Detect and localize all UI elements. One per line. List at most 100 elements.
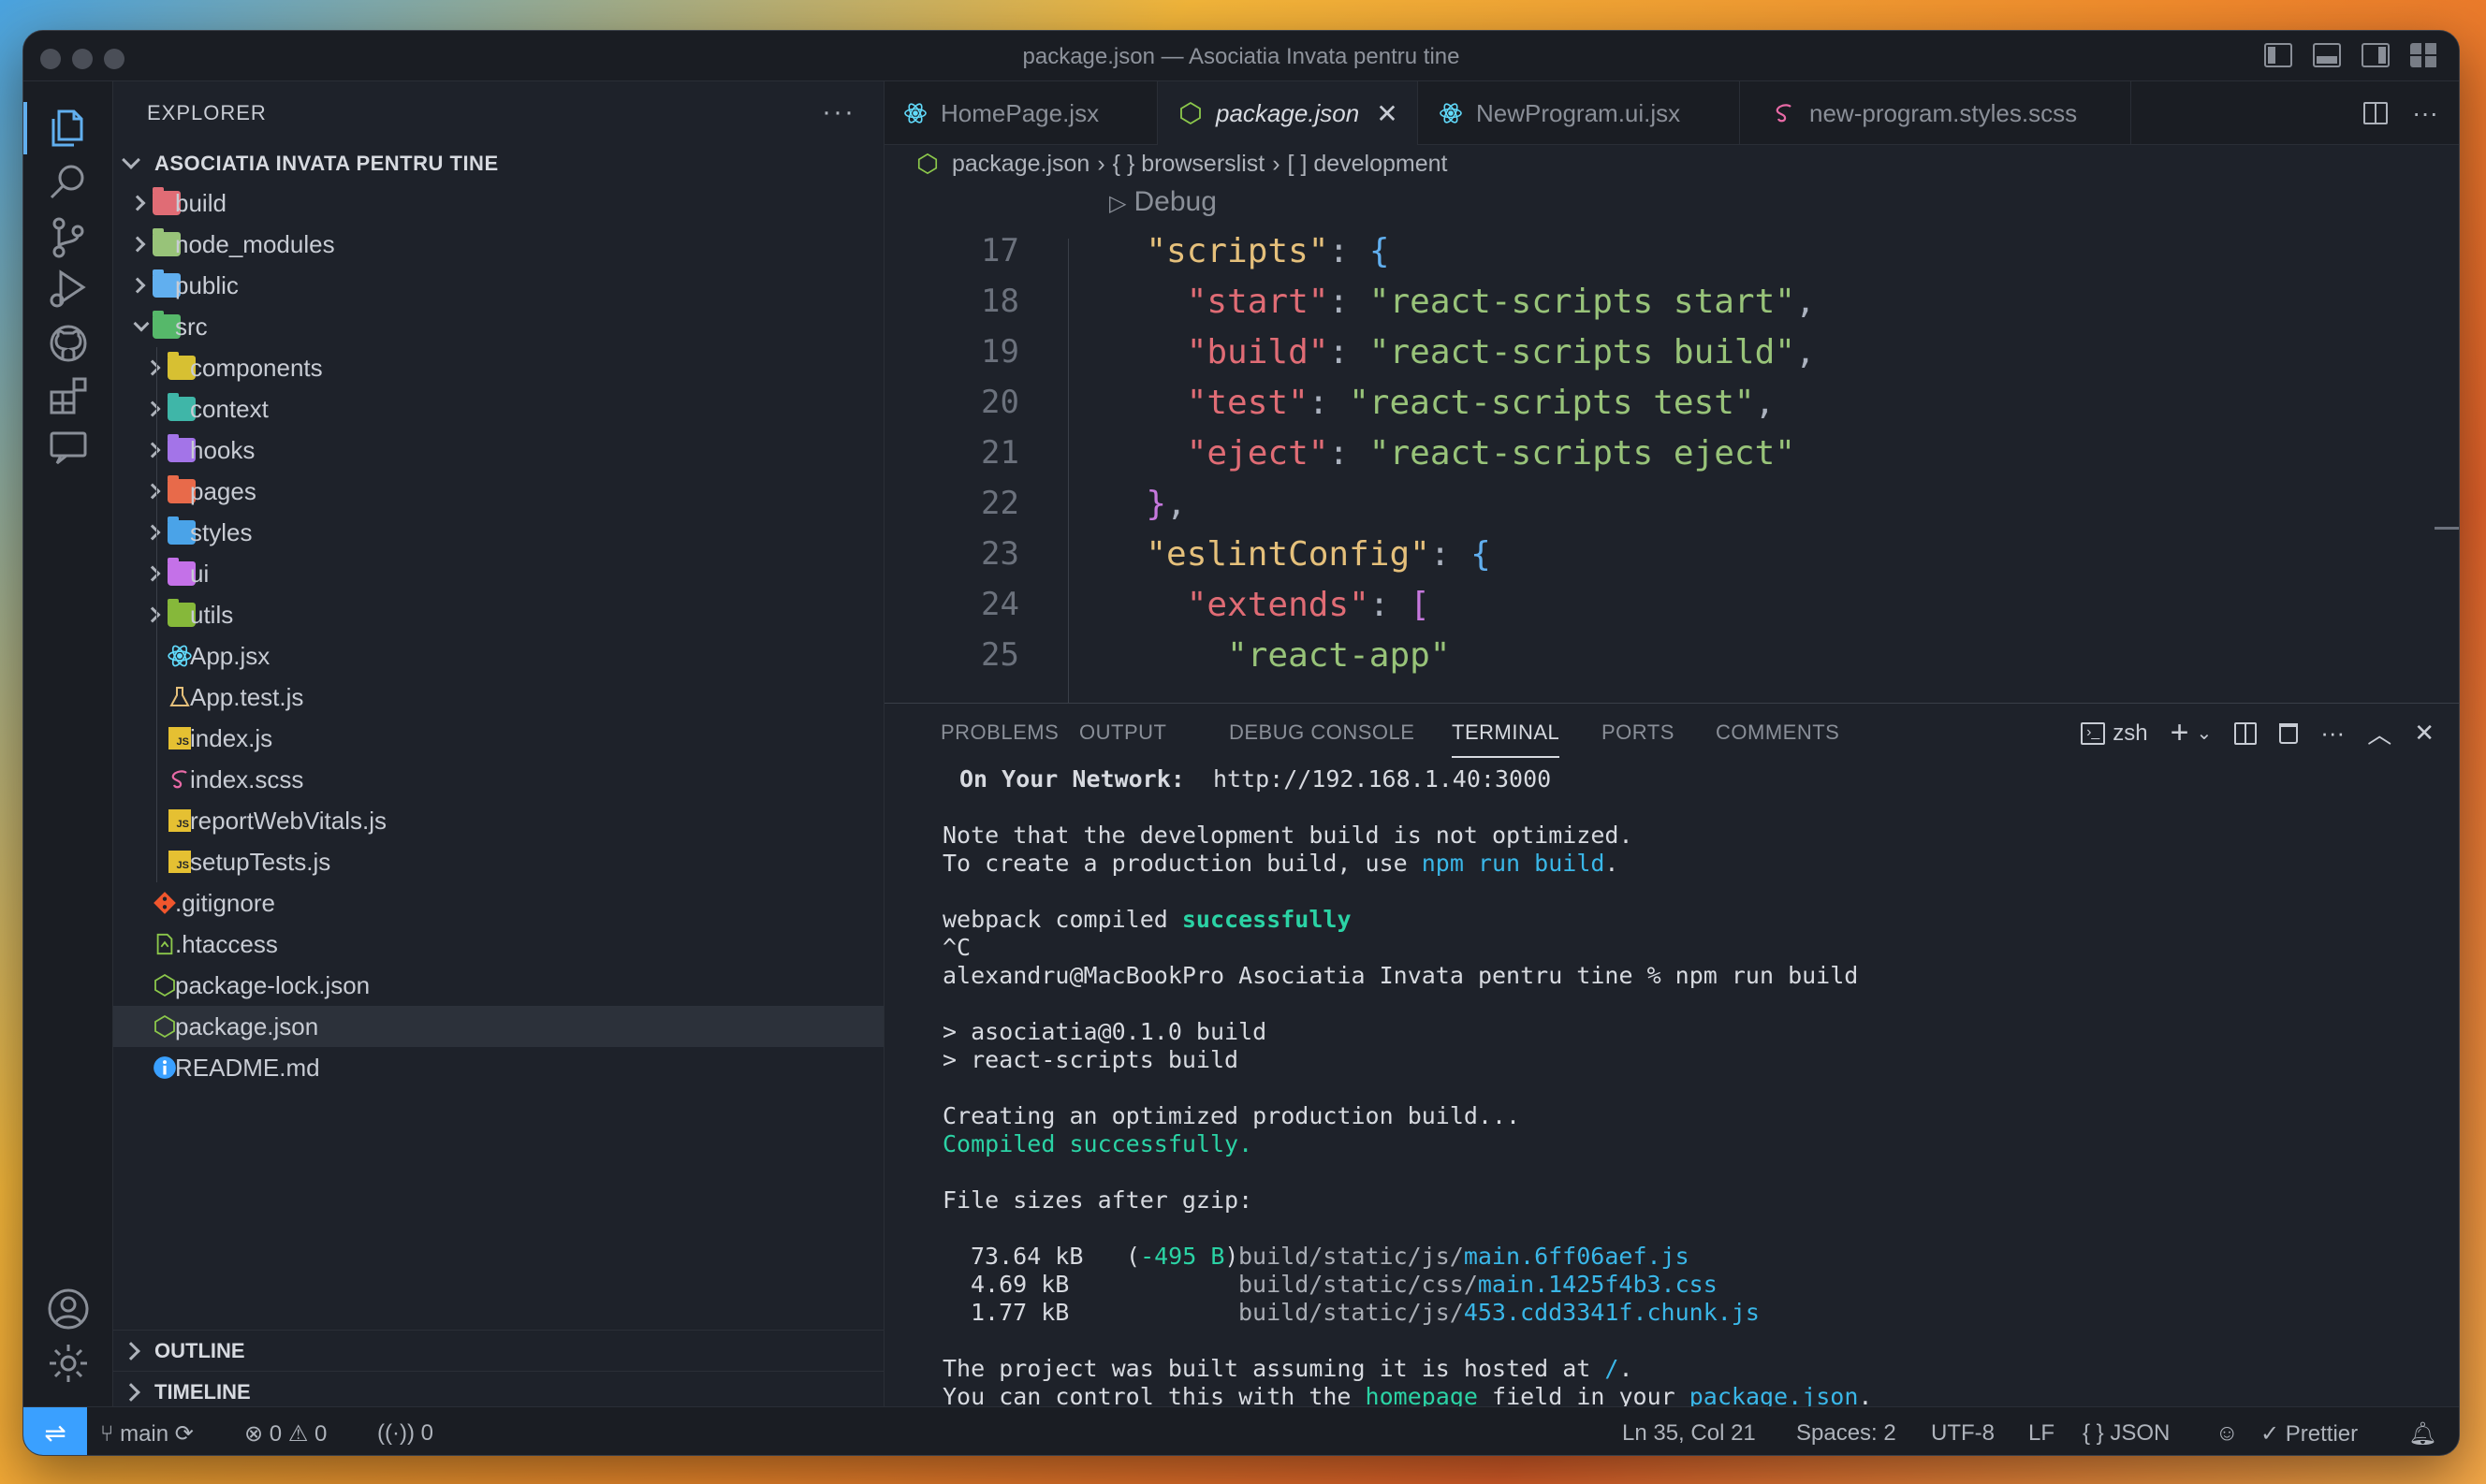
- tab-ports[interactable]: PORTS: [1601, 720, 1674, 745]
- tree-item-label: index.js: [190, 723, 273, 752]
- encoding-status[interactable]: UTF-8: [1931, 1420, 1995, 1447]
- tab-new-program-styles-scss[interactable]: new-program.styles.scss: [1740, 81, 2131, 145]
- folder-context[interactable]: context: [113, 388, 884, 429]
- copilot-icon[interactable]: ☺: [2215, 1420, 2239, 1447]
- panel-more-actions-button[interactable]: ···: [2320, 719, 2345, 748]
- tab-homepage-jsx[interactable]: HomePage.jsx: [885, 81, 1158, 145]
- folder-build[interactable]: build: [113, 182, 884, 224]
- sass-icon: [1776, 104, 1791, 123]
- file-htaccess[interactable]: .htaccess: [113, 924, 884, 965]
- split-terminal-icon[interactable]: [2234, 721, 2258, 745]
- tree-item-label: README.md: [175, 1053, 320, 1082]
- remote-explorer-icon[interactable]: [23, 415, 113, 482]
- toggle-secondary-sidebar-icon[interactable]: [2362, 43, 2390, 67]
- panel-actions: ›_ zsh + ⌄ ··· ︿ ✕: [2081, 715, 2435, 751]
- tab-problems[interactable]: PROBLEMS: [941, 720, 1059, 745]
- tree-item-label: .gitignore: [175, 888, 275, 917]
- file-gitignore[interactable]: .gitignore: [113, 882, 884, 924]
- folder-utils[interactable]: utils: [113, 594, 884, 635]
- tab-package-json[interactable]: package.json ✕: [1158, 81, 1418, 145]
- split-editor-icon[interactable]: [2363, 102, 2389, 124]
- remote-indicator-button[interactable]: ⇌: [23, 1407, 87, 1455]
- terminal-icon: ›_: [2081, 721, 2106, 745]
- file-reportwebvitals-js[interactable]: JS reportWebVitals.js: [113, 800, 884, 841]
- problems-status[interactable]: ⊗ 0 ⚠ 0: [244, 1420, 327, 1448]
- settings-gear-icon[interactable]: [23, 1330, 113, 1397]
- outline-section[interactable]: OUTLINE: [113, 1330, 884, 1371]
- close-tab-icon[interactable]: ✕: [1376, 98, 1397, 129]
- prettier-status[interactable]: ✓ Prettier: [2260, 1420, 2358, 1448]
- eol-status[interactable]: LF: [2028, 1420, 2055, 1447]
- tab-comments[interactable]: COMMENTS: [1716, 720, 1839, 745]
- line-number: 19: [981, 333, 1019, 371]
- trash-icon[interactable]: [2279, 722, 2299, 744]
- tab-debug-console[interactable]: DEBUG CONSOLE: [1229, 720, 1414, 745]
- chevron-right-icon: [129, 236, 146, 253]
- code-text: "eject": "react-scripts eject": [1186, 433, 1795, 473]
- tree-item-label: hooks: [190, 435, 256, 464]
- file-index-js[interactable]: JS index.js: [113, 718, 884, 759]
- folder-public[interactable]: public: [113, 265, 884, 306]
- line-number: 22: [981, 485, 1019, 522]
- error-icon: ⊗: [244, 1421, 264, 1447]
- close-panel-icon[interactable]: ✕: [2414, 719, 2435, 748]
- line-number: 18: [981, 283, 1019, 320]
- folder-src[interactable]: src: [113, 306, 884, 347]
- terminal-output[interactable]: On Your Network: http://192.168.1.40:300…: [943, 765, 2403, 1411]
- sync-icon: ⟳: [174, 1421, 194, 1447]
- code-text: "eslintConfig": {: [1146, 534, 1491, 574]
- breadcrumb-browserslist[interactable]: { } browserslist: [1113, 151, 1265, 178]
- terminal-shell-selector[interactable]: ›_ zsh: [2081, 720, 2148, 747]
- tab-output[interactable]: OUTPUT: [1079, 720, 1166, 745]
- language-mode-status[interactable]: { } JSON: [2083, 1420, 2170, 1447]
- tree-item-label: components: [190, 353, 323, 382]
- tree-item-label: styles: [190, 517, 253, 546]
- indentation-status[interactable]: Spaces: 2: [1796, 1420, 1896, 1447]
- debug-codelens[interactable]: ▷ Debug: [1109, 186, 1217, 218]
- folder-components[interactable]: components: [113, 347, 884, 388]
- notifications-bell-icon[interactable]: 🔔︎: [2408, 1420, 2436, 1448]
- editor-more-actions-button[interactable]: ···: [2412, 98, 2438, 128]
- chevron-down-icon[interactable]: ⌄: [2196, 721, 2212, 745]
- file-setuptests-js[interactable]: JS setupTests.js: [113, 841, 884, 882]
- status-bar: ⇌ ⑂ main ⟳ ⊗ 0 ⚠ 0 ((·)) 0 Ln 35, Col 21…: [23, 1406, 2459, 1455]
- folder-styles[interactable]: styles: [113, 512, 884, 553]
- folder-ui[interactable]: ui: [113, 553, 884, 594]
- tree-item-label: utils: [190, 600, 234, 629]
- breadcrumb-development[interactable]: [ ] development: [1288, 151, 1448, 178]
- file-app-jsx[interactable]: App.jsx: [113, 635, 884, 677]
- folder-pages[interactable]: pages: [113, 471, 884, 512]
- toggle-panel-icon[interactable]: [2313, 43, 2341, 67]
- toggle-primary-sidebar-icon[interactable]: [2264, 43, 2292, 67]
- explorer-more-actions-button[interactable]: ···: [822, 96, 855, 128]
- file-readme-md[interactable]: README.md: [113, 1047, 884, 1088]
- branch-status[interactable]: ⑂ main ⟳: [100, 1420, 194, 1448]
- maximize-panel-chevron-up-icon[interactable]: ︿: [2367, 716, 2391, 750]
- folder-hooks[interactable]: hooks: [113, 429, 884, 471]
- tab-terminal[interactable]: TERMINAL: [1452, 720, 1560, 758]
- line-number: 25: [981, 636, 1019, 674]
- folder-node-modules[interactable]: node_modules: [113, 224, 884, 265]
- ports-status[interactable]: ((·)) 0: [377, 1420, 433, 1447]
- node-icon: [917, 153, 938, 175]
- braces-icon: { }: [2083, 1420, 2104, 1446]
- tree-item-label: reportWebVitals.js: [190, 806, 388, 835]
- new-terminal-plus-icon[interactable]: +: [2171, 715, 2189, 751]
- tab-newprogram-ui-jsx[interactable]: NewProgram.ui.jsx: [1418, 81, 1740, 145]
- cursor-position-status[interactable]: Ln 35, Col 21: [1622, 1420, 1756, 1447]
- file-index-scss[interactable]: index.scss: [113, 759, 884, 800]
- tree-item-label: App.test.js: [190, 682, 304, 711]
- customize-layout-icon[interactable]: [2410, 43, 2438, 67]
- explorer-sidebar: EXPLORER ··· ASOCIATIA INVATA PENTRU TIN…: [113, 81, 885, 1406]
- breadcrumb-file[interactable]: package.json: [952, 151, 1089, 178]
- code-text: "react-app": [1227, 635, 1451, 675]
- chevron-down-icon: [122, 151, 140, 169]
- file-app-test-js[interactable]: App.test.js: [113, 677, 884, 718]
- file-package-json[interactable]: package.json: [113, 1006, 884, 1047]
- workspace-root-header[interactable]: ASOCIATIA INVATA PENTRU TINE: [113, 145, 884, 182]
- chevron-right-icon: [144, 483, 161, 500]
- file-package-lock-json[interactable]: package-lock.json: [113, 965, 884, 1006]
- explorer-title: EXPLORER: [147, 101, 267, 124]
- overview-ruler-marker: [2435, 527, 2459, 530]
- code-editor[interactable]: ▷ Debug 17 "scripts": {18 "start": "react…: [885, 182, 2459, 703]
